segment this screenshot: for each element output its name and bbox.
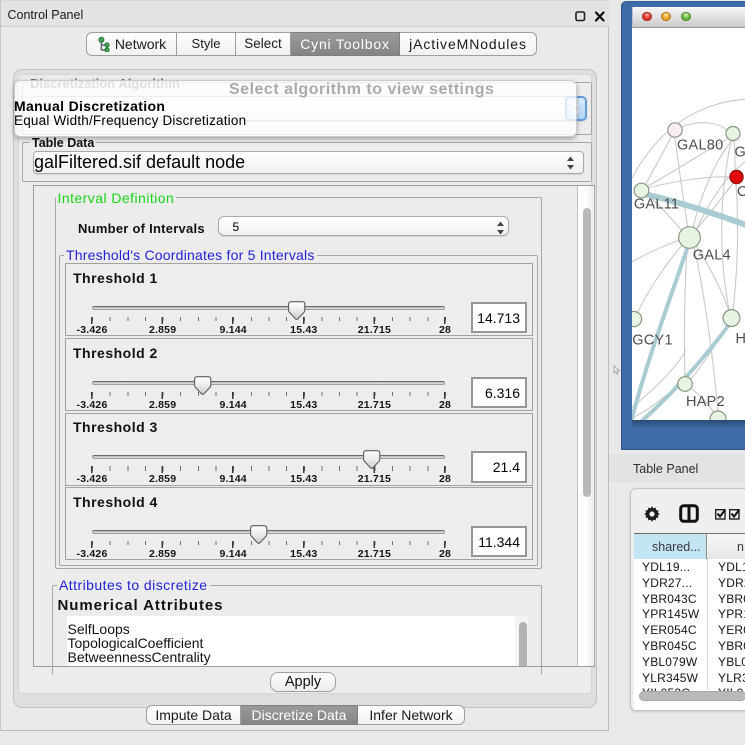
svg-text:GAL11: GAL11 [634,197,679,213]
svg-text:GCY1: GCY1 [632,333,673,349]
svg-text:H: H [736,331,745,347]
svg-text:GAL80: GAL80 [677,138,723,154]
svg-text:GAL4: GAL4 [693,248,731,264]
svg-text:C: C [737,184,745,200]
svg-text:GA: GA [735,145,745,161]
svg-text:HAP2: HAP2 [686,394,725,410]
